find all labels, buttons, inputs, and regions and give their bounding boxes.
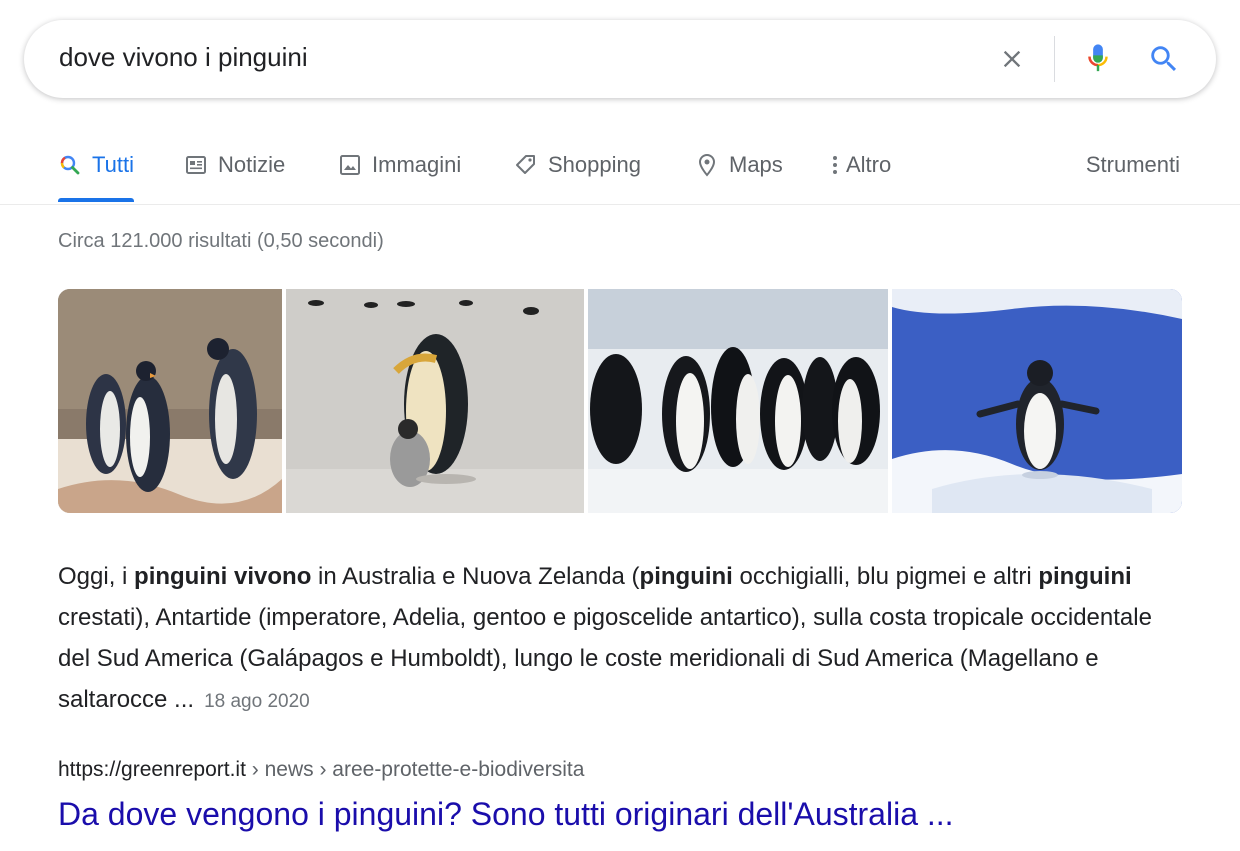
image-adelie-penguins[interactable] xyxy=(588,289,888,513)
microphone-icon[interactable] xyxy=(1078,39,1118,79)
tab-label: Immagini xyxy=(372,152,462,177)
result-title-link[interactable]: Da dove vengono i pinguini? Sono tutti o… xyxy=(58,796,954,833)
snippet-text: Oggi, i xyxy=(58,563,135,590)
snippet-text: in Australia e Nuova Zelanda ( xyxy=(311,563,640,590)
snippet-bold: pinguini xyxy=(639,563,733,590)
tab-label: Maps xyxy=(729,152,783,177)
search-bar-divider xyxy=(1054,36,1055,82)
tab-label: Tutti xyxy=(92,152,134,177)
snippet-date: 18 ago 2020 xyxy=(204,691,310,712)
featured-snippet: Oggi, i pinguini vivono in Australia e N… xyxy=(58,556,1188,722)
tab-maps[interactable]: Maps xyxy=(695,138,783,202)
search-bar[interactable]: dove vivono i pinguini xyxy=(24,20,1216,98)
snippet-bold: pinguini vivono xyxy=(134,563,312,590)
image-emperor-penguin-chick[interactable] xyxy=(286,289,584,513)
search-icon[interactable] xyxy=(1144,39,1184,79)
image-icon xyxy=(338,153,362,177)
search-tabs: Tutti Notizie Immagini Shopping Maps Alt… xyxy=(0,138,1240,205)
tag-icon xyxy=(514,153,538,177)
tab-tutti[interactable]: Tutti xyxy=(58,138,134,202)
tab-label: Altro xyxy=(846,152,892,177)
image-penguin-blue-ice[interactable] xyxy=(892,289,1182,513)
tab-altro[interactable]: Altro xyxy=(828,138,891,202)
search-input[interactable]: dove vivono i pinguini xyxy=(59,42,308,73)
newspaper-icon xyxy=(184,153,208,177)
result-stats: Circa 121.000 risultati (0,50 secondi) xyxy=(58,230,384,252)
image-king-penguins[interactable] xyxy=(58,289,282,513)
result-url-host: https://greenreport.it xyxy=(58,758,246,781)
more-vertical-icon xyxy=(828,153,842,177)
tab-label: Notizie xyxy=(218,152,286,177)
tab-label: Shopping xyxy=(548,152,641,177)
snippet-bold: pinguini xyxy=(1038,563,1132,590)
result-url-path: › news › aree-protette-e-biodiversita xyxy=(245,758,585,781)
result-url[interactable]: https://greenreport.it › news › aree-pro… xyxy=(58,758,584,782)
tools-button[interactable]: Strumenti xyxy=(1086,152,1180,178)
tab-shopping[interactable]: Shopping xyxy=(514,138,641,202)
snippet-text: occhigialli, blu pigmei e altri xyxy=(732,563,1039,590)
search-multicolor-icon xyxy=(58,153,82,177)
map-pin-icon xyxy=(695,153,719,177)
tab-notizie[interactable]: Notizie xyxy=(184,138,285,202)
image-strip xyxy=(58,289,1182,513)
tab-immagini[interactable]: Immagini xyxy=(338,138,461,202)
clear-icon[interactable] xyxy=(992,39,1032,79)
